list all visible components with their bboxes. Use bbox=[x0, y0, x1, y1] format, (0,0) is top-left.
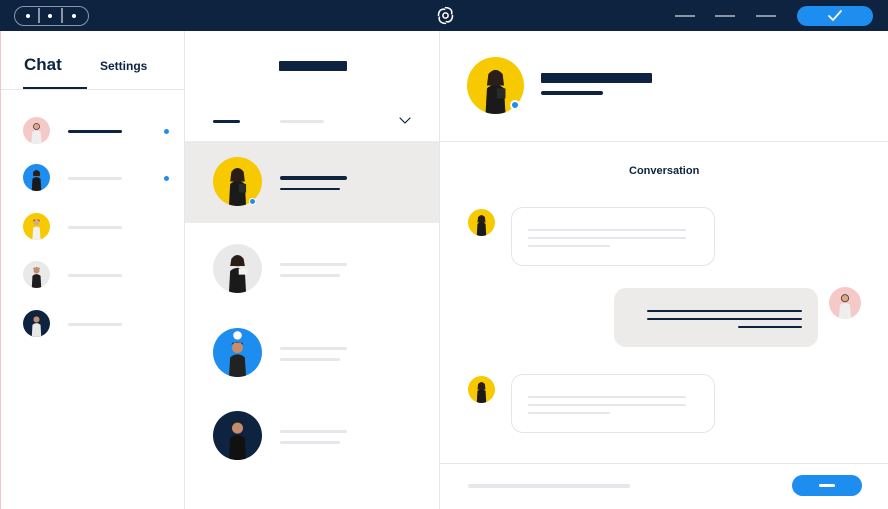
avatar bbox=[468, 209, 495, 236]
divider bbox=[1, 89, 185, 90]
message-text bbox=[528, 404, 686, 406]
message-text bbox=[738, 326, 802, 328]
message-bubble bbox=[511, 374, 715, 433]
unread-dot bbox=[164, 176, 169, 181]
top-bar bbox=[0, 0, 888, 31]
message-text bbox=[528, 229, 686, 231]
conversation-name bbox=[280, 176, 347, 180]
sidebar: Chat Settings bbox=[0, 31, 185, 509]
message-text bbox=[647, 310, 802, 312]
menu-line[interactable] bbox=[756, 15, 776, 17]
contact-name bbox=[68, 274, 122, 277]
conversation-item[interactable] bbox=[185, 227, 439, 309]
message-input[interactable] bbox=[468, 484, 630, 488]
avatar bbox=[23, 213, 50, 240]
send-icon bbox=[819, 484, 835, 487]
online-indicator bbox=[510, 100, 520, 110]
chevron-down-icon[interactable] bbox=[399, 117, 411, 125]
menu-line[interactable] bbox=[675, 15, 695, 17]
check-icon bbox=[828, 10, 842, 21]
menu-line[interactable] bbox=[715, 15, 735, 17]
filter-value bbox=[280, 120, 324, 123]
contact-name bbox=[68, 323, 122, 326]
message-text bbox=[528, 237, 686, 239]
window-control-dot[interactable] bbox=[72, 14, 76, 18]
list-title bbox=[279, 61, 347, 71]
avatar bbox=[213, 328, 262, 377]
window-control-dot[interactable] bbox=[26, 14, 30, 18]
conversation-preview bbox=[280, 441, 340, 444]
divider bbox=[440, 463, 888, 464]
divider bbox=[61, 8, 63, 23]
message-bubble bbox=[614, 288, 818, 347]
contact-name bbox=[68, 177, 122, 180]
confirm-button[interactable] bbox=[797, 6, 873, 26]
conversation-name bbox=[280, 430, 347, 433]
conversation-item[interactable] bbox=[185, 141, 439, 223]
avatar bbox=[468, 376, 495, 403]
filter-label bbox=[213, 120, 240, 123]
tab-chat[interactable]: Chat bbox=[24, 55, 62, 75]
avatar bbox=[23, 261, 50, 288]
conversation-preview bbox=[280, 358, 340, 361]
conversation-item[interactable] bbox=[185, 311, 439, 393]
chat-panel: Conversation bbox=[440, 31, 888, 509]
conversation-title: Conversation bbox=[629, 165, 700, 177]
avatar bbox=[23, 117, 50, 144]
conversation-name bbox=[280, 347, 347, 350]
conversation-name bbox=[280, 263, 347, 266]
send-button[interactable] bbox=[792, 475, 862, 496]
contact-name bbox=[541, 73, 652, 83]
online-indicator bbox=[249, 198, 256, 205]
message-bubble bbox=[511, 207, 715, 266]
tab-settings[interactable]: Settings bbox=[100, 59, 147, 73]
divider bbox=[38, 8, 40, 23]
conversation-list bbox=[185, 31, 440, 509]
conversation-preview bbox=[280, 274, 340, 277]
contact-name bbox=[68, 130, 122, 133]
conversation-item[interactable] bbox=[185, 394, 439, 476]
window-control-dot[interactable] bbox=[48, 14, 52, 18]
avatar bbox=[213, 411, 262, 460]
message-text bbox=[647, 318, 802, 320]
divider bbox=[440, 141, 888, 142]
unread-dot bbox=[164, 129, 169, 134]
sprout-logo-icon bbox=[437, 6, 454, 25]
message-text bbox=[528, 245, 610, 247]
avatar bbox=[829, 287, 861, 319]
conversation-preview bbox=[280, 188, 340, 190]
avatar bbox=[213, 244, 262, 293]
avatar bbox=[23, 164, 50, 191]
contact-status bbox=[541, 91, 603, 95]
window-controls[interactable] bbox=[14, 6, 89, 26]
avatar bbox=[23, 310, 50, 337]
message-text bbox=[528, 396, 686, 398]
message-text bbox=[528, 412, 610, 414]
contact-name bbox=[68, 226, 122, 229]
